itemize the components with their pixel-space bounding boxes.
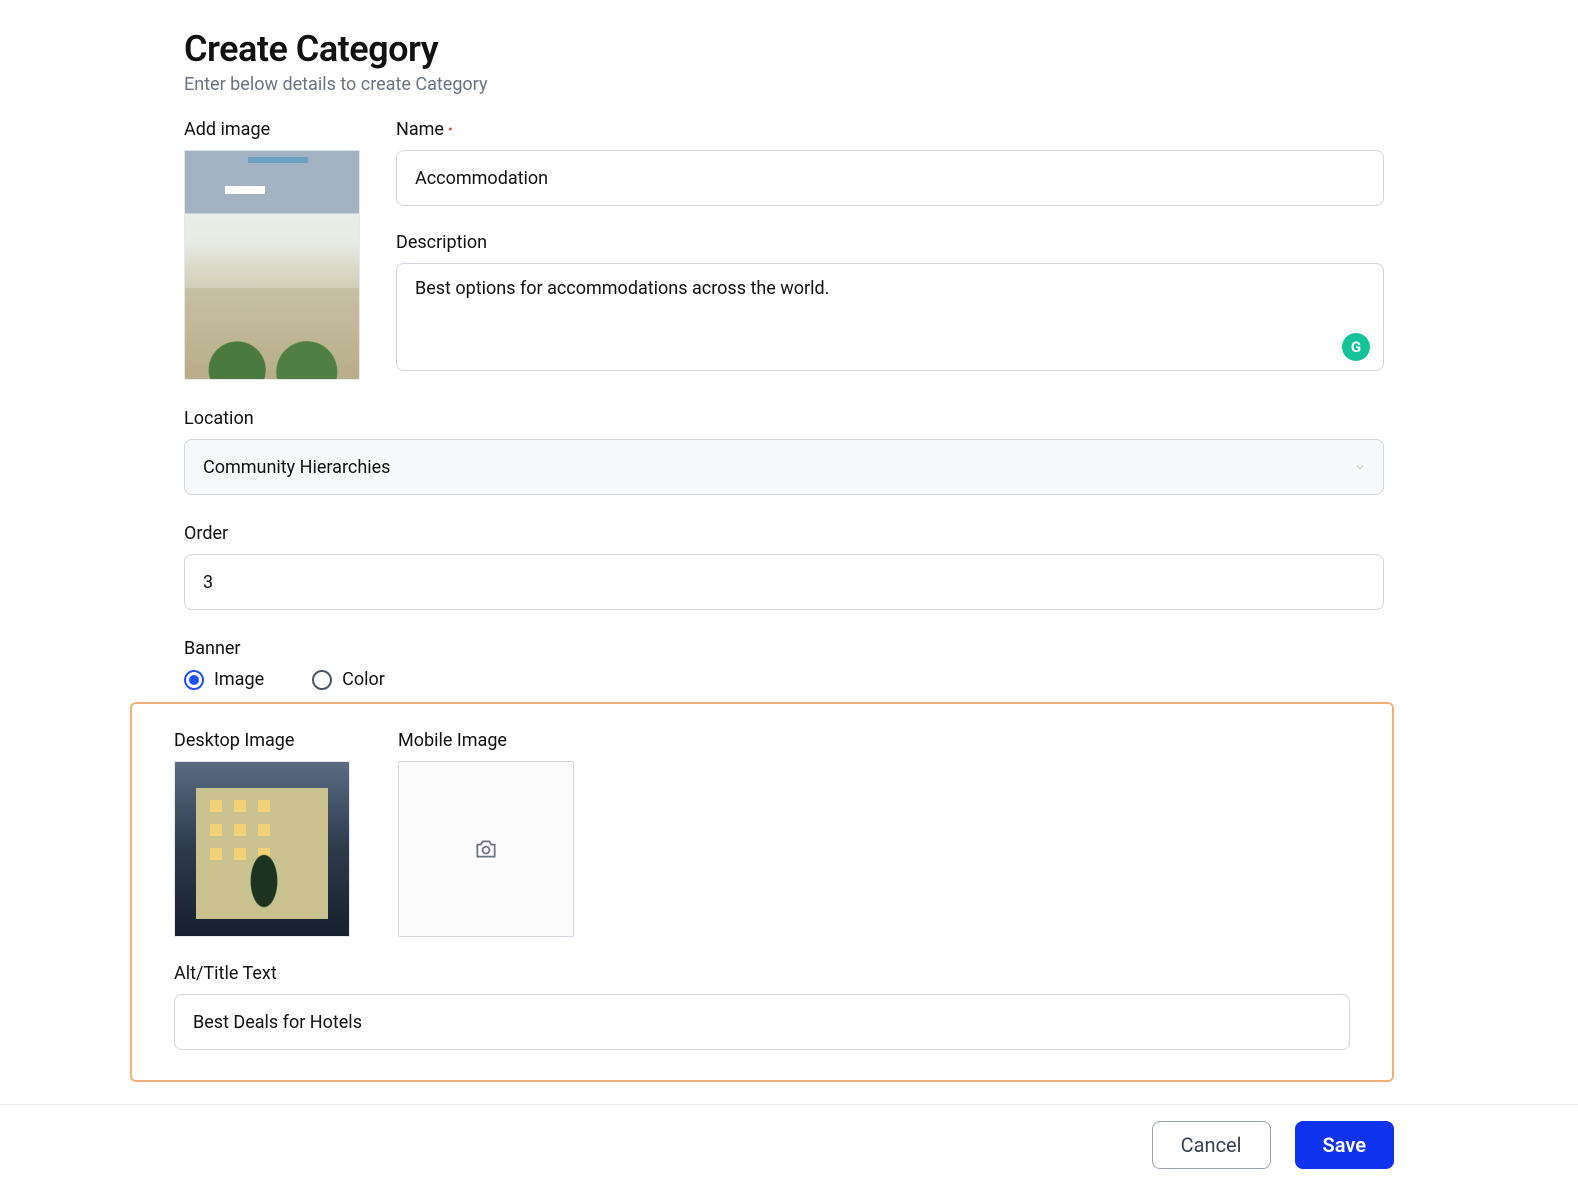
location-select-value: Community Hierarchies — [203, 457, 390, 478]
location-label: Location — [184, 408, 1384, 429]
add-image-label: Add image — [184, 119, 360, 140]
chevron-down-icon — [1353, 460, 1367, 474]
cancel-button[interactable]: Cancel — [1152, 1121, 1271, 1169]
banner-label: Banner — [184, 638, 1384, 659]
alt-text-label: Alt/Title Text — [174, 963, 1350, 984]
order-label: Order — [184, 523, 1384, 544]
order-input[interactable] — [184, 554, 1384, 610]
name-label: Name• — [396, 119, 1384, 140]
banner-settings-panel: Desktop Image Mobile Image Alt — [130, 702, 1394, 1082]
banner-radio-image[interactable]: Image — [184, 669, 264, 690]
save-button[interactable]: Save — [1295, 1121, 1394, 1169]
description-label: Description — [396, 232, 1384, 253]
footer-actions: Cancel Save — [0, 1104, 1578, 1197]
camera-icon — [473, 836, 499, 862]
alt-text-input[interactable] — [174, 994, 1350, 1050]
page-subtitle: Enter below details to create Category — [184, 74, 1384, 95]
description-textarea[interactable] — [396, 263, 1384, 371]
banner-radio-color-label: Color — [342, 669, 385, 690]
mobile-image-label: Mobile Image — [398, 730, 574, 751]
desktop-image-thumbnail[interactable] — [174, 761, 350, 937]
grammarly-icon: G — [1342, 333, 1370, 361]
banner-radio-color[interactable]: Color — [312, 669, 385, 690]
name-input[interactable] — [396, 150, 1384, 206]
desktop-image-label: Desktop Image — [174, 730, 350, 751]
location-select[interactable]: Community Hierarchies — [184, 439, 1384, 495]
banner-radio-image-label: Image — [214, 669, 264, 690]
page-title: Create Category — [184, 28, 1384, 70]
mobile-image-uploader[interactable] — [398, 761, 574, 937]
category-image-thumbnail[interactable] — [184, 150, 360, 380]
